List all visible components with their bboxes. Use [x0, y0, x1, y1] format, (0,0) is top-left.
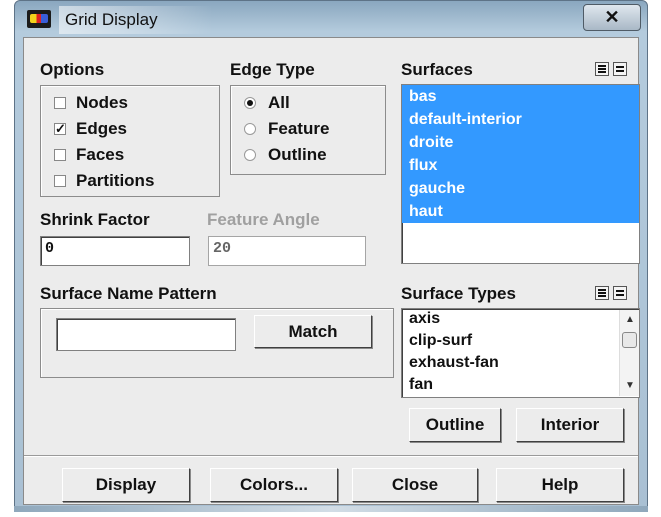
edges-label: Edges: [76, 119, 128, 138]
option-partitions[interactable]: Partitions: [54, 171, 154, 191]
edge-type-outline[interactable]: Outline: [244, 145, 327, 165]
surface-types-scrollbar[interactable]: ▲ ▼: [619, 310, 639, 396]
window-title: Grid Display: [59, 6, 213, 34]
surface-item[interactable]: droite: [402, 131, 639, 154]
dialog-window: Grid Display ✕ Options Nodes ✓ Edges Fac…: [14, 0, 648, 512]
match-button[interactable]: Match: [254, 315, 372, 348]
scroll-thumb[interactable]: [622, 332, 637, 348]
surface-type-item[interactable]: axis: [402, 309, 639, 331]
surface-type-item[interactable]: exhaust-fan: [402, 353, 639, 375]
surface-item[interactable]: flux: [402, 154, 639, 177]
window-bottom-edge: [14, 506, 648, 512]
interior-button[interactable]: Interior: [516, 408, 624, 442]
faces-checkbox[interactable]: [54, 149, 66, 161]
outline-button[interactable]: Outline: [409, 408, 501, 442]
faces-label: Faces: [76, 145, 125, 164]
outline-label: Outline: [268, 145, 327, 164]
option-faces[interactable]: Faces: [54, 145, 124, 165]
select-all-icon[interactable]: [595, 286, 609, 300]
footer-separator: [24, 455, 638, 457]
edge-type-feature[interactable]: Feature: [244, 119, 329, 139]
edges-checkbox[interactable]: ✓: [54, 122, 66, 135]
feature-angle-label: Feature Angle: [207, 210, 320, 229]
options-label: Options: [40, 60, 105, 79]
surface-name-pattern-label: Surface Name Pattern: [40, 284, 217, 303]
title-bar[interactable]: Grid Display ✕: [15, 1, 647, 37]
shrink-factor-label: Shrink Factor: [40, 210, 150, 229]
help-button[interactable]: Help: [496, 468, 624, 502]
surface-item[interactable]: default-interior: [402, 108, 639, 131]
option-edges[interactable]: ✓ Edges: [54, 119, 127, 139]
surface-item[interactable]: gauche: [402, 177, 639, 200]
surfaces-label: Surfaces: [401, 60, 473, 79]
surface-type-item[interactable]: clip-surf: [402, 331, 639, 353]
feature-label: Feature: [268, 119, 330, 138]
scroll-up-icon[interactable]: ▲: [625, 314, 635, 325]
partitions-checkbox[interactable]: [54, 175, 66, 187]
deselect-all-icon[interactable]: [613, 62, 627, 76]
all-radio[interactable]: [244, 97, 256, 109]
nodes-checkbox[interactable]: [54, 97, 66, 109]
colors-button[interactable]: Colors...: [210, 468, 338, 502]
feature-radio[interactable]: [244, 123, 256, 135]
dialog-body: Options Nodes ✓ Edges Faces Partitions E…: [23, 37, 640, 505]
deselect-all-icon[interactable]: [613, 286, 627, 300]
select-all-icon[interactable]: [595, 62, 609, 76]
partitions-label: Partitions: [76, 171, 155, 190]
surface-item[interactable]: bas: [402, 85, 639, 108]
close-button[interactable]: Close: [352, 468, 478, 502]
option-nodes[interactable]: Nodes: [54, 93, 128, 113]
outline-radio[interactable]: [244, 149, 256, 161]
app-icon: [27, 10, 51, 28]
surface-name-pattern-input[interactable]: [56, 318, 236, 351]
surfaces-list[interactable]: bas default-interior droite flux gauche …: [401, 84, 640, 264]
surface-item[interactable]: haut: [402, 200, 639, 223]
surface-types-label: Surface Types: [401, 284, 516, 303]
surface-types-list[interactable]: axis clip-surf exhaust-fan fan ▲ ▼: [401, 308, 640, 398]
feature-angle-field: 20: [208, 236, 366, 266]
nodes-label: Nodes: [76, 93, 128, 112]
scroll-down-icon[interactable]: ▼: [625, 380, 635, 391]
all-label: All: [268, 93, 290, 112]
edge-type-label: Edge Type: [230, 60, 315, 79]
shrink-factor-field[interactable]: 0: [40, 236, 190, 266]
close-window-button[interactable]: ✕: [583, 4, 641, 31]
display-button[interactable]: Display: [62, 468, 190, 502]
edge-type-all[interactable]: All: [244, 93, 290, 113]
surface-type-item[interactable]: fan: [402, 375, 639, 397]
